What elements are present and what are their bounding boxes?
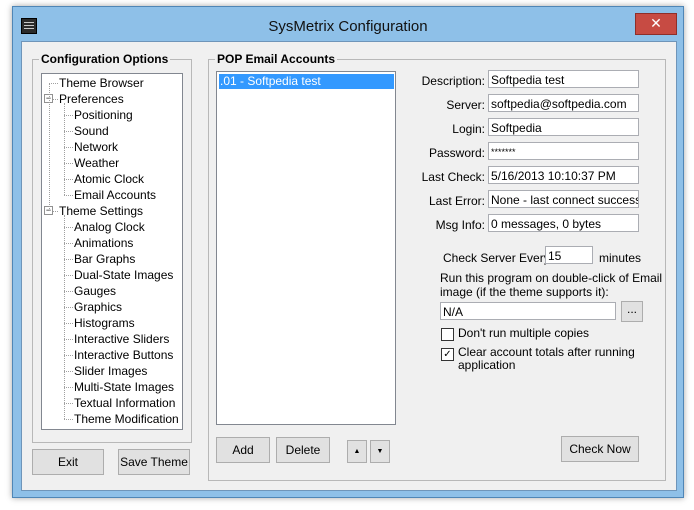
tree-root-line: [49, 83, 50, 211]
tree-connector: [64, 355, 73, 356]
tree-item[interactable]: Positioning: [74, 107, 133, 123]
tree-item[interactable]: Graphics: [74, 299, 122, 315]
tree-item[interactable]: Network: [74, 139, 118, 155]
config-options-label: Configuration Options: [39, 52, 171, 66]
tree-connector: [64, 291, 73, 292]
pop-accounts-group: POP Email Accounts .01 - Softpedia test …: [208, 52, 666, 481]
password-label: Password:: [428, 146, 485, 160]
tree-connector: [64, 323, 73, 324]
tree-connector: [64, 131, 73, 132]
tree-connector: [64, 403, 73, 404]
pop-accounts-label: POP Email Accounts: [215, 52, 338, 66]
tree-connector: [64, 419, 73, 420]
tree-item[interactable]: Animations: [74, 235, 133, 251]
delete-button[interactable]: Delete: [276, 437, 330, 463]
move-down-button[interactable]: ▼: [370, 440, 390, 463]
tree-item[interactable]: Gauges: [74, 283, 116, 299]
title-bar[interactable]: SysMetrix Configuration ✕: [13, 7, 683, 41]
server-label: Server:: [446, 98, 485, 112]
dont-run-multiple-checkbox[interactable]: [441, 328, 454, 341]
tree-branch-line: [64, 103, 65, 195]
tree-connector: [49, 83, 58, 84]
client-area: Configuration Options Theme Browser − Pref…: [21, 41, 677, 491]
msg-info-label: Msg Info:: [435, 218, 485, 232]
tree-item[interactable]: Multi-State Images: [74, 379, 174, 395]
server-field[interactable]: softpedia@softpedia.com: [488, 94, 639, 112]
tree-connector: [64, 179, 73, 180]
tree-connector: [64, 387, 73, 388]
description-field[interactable]: Softpedia test: [488, 70, 639, 88]
last-error-label: Last Error:: [428, 194, 485, 208]
tree-item[interactable]: Preferences: [59, 91, 124, 107]
tree-item[interactable]: Weather: [74, 155, 119, 171]
tree-item[interactable]: Dual-State Images: [74, 267, 173, 283]
tree-connector: [64, 115, 73, 116]
clear-totals-checkbox[interactable]: ✓: [441, 348, 454, 361]
run-program-field[interactable]: N/A: [440, 302, 616, 320]
tree-connector: [64, 259, 73, 260]
tree-item[interactable]: Theme Browser: [59, 75, 144, 91]
tree-item[interactable]: Textual Information: [74, 395, 175, 411]
tree-connector: [64, 371, 73, 372]
window-title: SysMetrix Configuration: [268, 18, 428, 35]
last-error-field: None - last connect successful: [488, 190, 639, 208]
tree-item[interactable]: Atomic Clock: [74, 171, 144, 187]
run-program-label-1: Run this program on double-click of Emai…: [440, 271, 663, 285]
browse-button[interactable]: ...: [621, 301, 643, 322]
dont-run-multiple-label[interactable]: Don't run multiple copies: [458, 326, 589, 340]
tree-item[interactable]: Bar Graphs: [74, 251, 135, 267]
move-up-button[interactable]: ▲: [347, 440, 367, 463]
check-every-label: Check Server Every:: [443, 251, 554, 265]
check-now-button[interactable]: Check Now: [561, 436, 639, 462]
tree-item[interactable]: Slider Images: [74, 363, 147, 379]
login-label: Login:: [452, 122, 485, 136]
tree-item[interactable]: Email Accounts: [74, 187, 156, 203]
close-button[interactable]: ✕: [635, 13, 677, 35]
tree-branch-line: [64, 215, 65, 419]
clear-totals-label-2[interactable]: application: [458, 358, 515, 372]
password-field[interactable]: *******: [488, 142, 639, 160]
description-label: Description:: [421, 74, 485, 88]
tree-item[interactable]: Interactive Sliders: [74, 331, 169, 347]
tree-item[interactable]: Analog Clock: [74, 219, 145, 235]
tree-connector: [64, 339, 73, 340]
minutes-label: minutes: [599, 251, 642, 265]
tree-connector: [64, 243, 73, 244]
tree-connector: [64, 195, 73, 196]
add-button[interactable]: Add: [216, 437, 270, 463]
check-every-field[interactable]: 15: [545, 246, 593, 264]
tree-connector: [64, 307, 73, 308]
msg-info-field: 0 messages, 0 bytes: [488, 214, 639, 232]
login-field[interactable]: Softpedia: [488, 118, 639, 136]
account-item[interactable]: .01 - Softpedia test: [219, 74, 394, 89]
tree-connector: [64, 163, 73, 164]
tree-item[interactable]: Sound: [74, 123, 109, 139]
last-check-label: Last Check:: [421, 170, 485, 184]
config-options-group: Configuration Options Theme Browser − Pref…: [32, 52, 192, 443]
config-tree[interactable]: Theme Browser − Preferences Positioning Soun…: [41, 73, 183, 430]
tree-item[interactable]: Theme Modification: [74, 411, 179, 427]
tree-item[interactable]: Theme Settings: [59, 203, 143, 219]
last-check-field: 5/16/2013 10:10:37 PM: [488, 166, 639, 184]
app-window: SysMetrix Configuration ✕ Configuration …: [12, 6, 684, 498]
accounts-list[interactable]: .01 - Softpedia test: [216, 71, 396, 425]
tree-item[interactable]: Histograms: [74, 315, 135, 331]
tree-connector: [64, 227, 73, 228]
clear-totals-label-1[interactable]: Clear account totals after running: [458, 345, 635, 359]
tree-item[interactable]: Interactive Buttons: [74, 347, 173, 363]
tree-connector: [64, 275, 73, 276]
run-program-label-2: image (if the theme supports it):: [440, 285, 609, 299]
exit-button[interactable]: Exit: [32, 449, 104, 475]
tree-connector: [64, 147, 73, 148]
save-theme-button[interactable]: Save Theme: [118, 449, 190, 475]
